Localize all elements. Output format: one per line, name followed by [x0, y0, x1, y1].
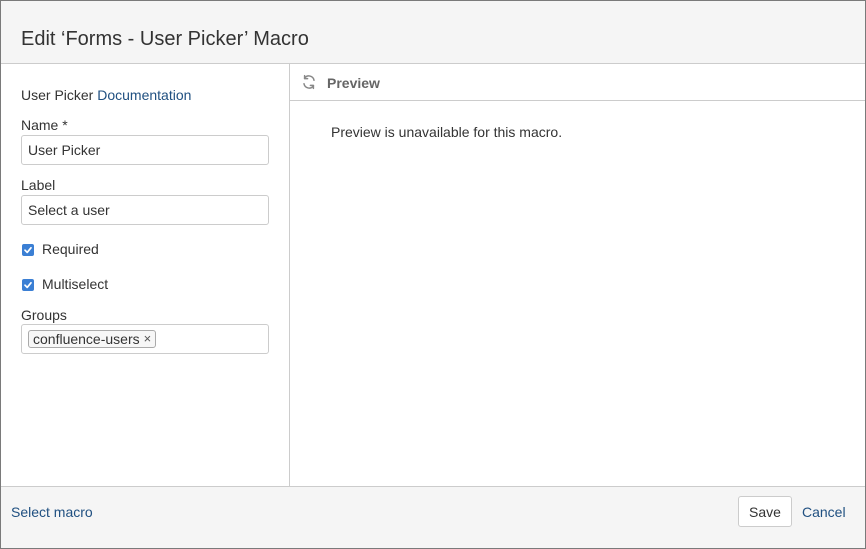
multiselect-label: Multiselect [42, 276, 109, 292]
documentation-line: User Picker Documentation [21, 87, 191, 104]
label-input[interactable] [21, 195, 269, 225]
select-macro-link[interactable]: Select macro [11, 504, 93, 521]
multiselect-checkbox[interactable] [22, 278, 34, 291]
dialog-header: Edit ‘Forms - User Picker’ Macro [1, 1, 865, 64]
required-option[interactable]: Required [22, 241, 99, 258]
dialog-title: Edit ‘Forms - User Picker’ Macro [21, 28, 309, 50]
groups-label: Groups [21, 307, 67, 323]
checkmark-icon [24, 281, 32, 288]
groups-input[interactable]: confluence-users × [21, 324, 269, 354]
name-label: Name * [21, 117, 68, 133]
checkmark-icon [24, 246, 32, 253]
required-label: Required [42, 241, 99, 257]
preview-message: Preview is unavailable for this macro. [331, 124, 563, 140]
group-tag: confluence-users × [28, 330, 157, 348]
preview-panel: Preview Preview is unavailable for this … [290, 64, 865, 486]
macro-dialog: Edit ‘Forms - User Picker’ Macro User Pi… [0, 0, 866, 549]
documentation-link[interactable]: Documentation [97, 87, 191, 103]
name-input[interactable] [21, 135, 269, 165]
cancel-link[interactable]: Cancel [802, 504, 846, 521]
refresh-icon[interactable] [301, 74, 317, 90]
tag-remove-icon[interactable]: × [144, 331, 152, 347]
label-label: Label [21, 177, 56, 193]
preview-header: Preview [290, 64, 865, 101]
macro-name-text: User Picker [21, 87, 98, 103]
preview-title: Preview [327, 75, 380, 91]
multiselect-option[interactable]: Multiselect [22, 276, 108, 293]
group-tag-label: confluence-users [33, 331, 140, 347]
macro-parameters-panel: User Picker Documentation Name * Label R… [1, 64, 290, 486]
dialog-footer: Select macro Save Cancel [1, 486, 865, 548]
required-checkbox[interactable] [22, 243, 34, 256]
save-button[interactable]: Save [738, 496, 792, 527]
